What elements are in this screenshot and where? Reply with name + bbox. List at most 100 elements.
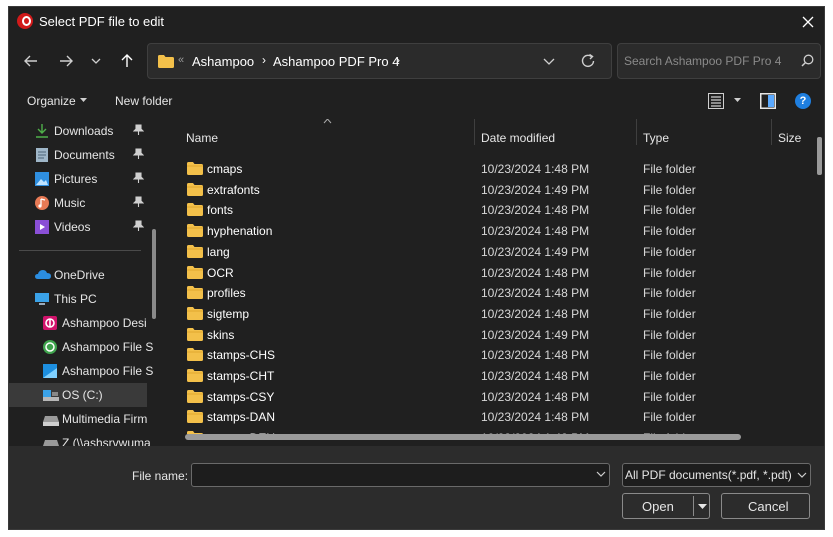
file-row[interactable]: stamps-CHS 10/23/2024 1:48 PM File folder <box>169 344 799 365</box>
breadcrumb-separator[interactable]: › <box>396 53 400 67</box>
close-button[interactable] <box>792 7 824 37</box>
chevron-down-icon[interactable] <box>543 58 555 66</box>
file-row[interactable]: fonts 10/23/2024 1:48 PM File folder <box>169 199 799 220</box>
ashampoo-pdf-app-icon <box>17 13 33 29</box>
column-header-size[interactable]: Size <box>778 131 801 157</box>
recent-locations-button[interactable] <box>84 49 108 73</box>
file-row[interactable]: stamps-CSY 10/23/2024 1:48 PM File folder <box>169 386 799 407</box>
up-button[interactable] <box>115 49 139 73</box>
caret-down-icon[interactable] <box>698 504 707 509</box>
breadcrumb-ashampoo[interactable]: Ashampoo <box>192 54 254 69</box>
network-drive-icon <box>43 440 59 446</box>
address-bar[interactable]: « Ashampoo › Ashampoo PDF Pro 4 › <box>147 43 612 79</box>
sidebar-item-ashampoo-design[interactable]: Ashampoo Desi <box>9 311 147 335</box>
file-name: fonts <box>207 203 234 218</box>
onedrive-icon <box>35 270 51 279</box>
breadcrumb-overflow[interactable]: « <box>178 54 184 66</box>
file-date-modified: 10/23/2024 1:48 PM <box>481 224 590 239</box>
file-type: File folder <box>643 369 696 383</box>
drive-icon <box>43 390 59 401</box>
pin-icon[interactable] <box>133 172 144 184</box>
refresh-icon[interactable] <box>580 53 596 69</box>
new-folder-button[interactable]: New folder <box>115 94 172 108</box>
sidebar-item-z-drive[interactable]: Z (\\ashsrvwuma <box>9 431 151 446</box>
file-row[interactable]: skins 10/23/2024 1:49 PM File folder <box>169 324 799 345</box>
sidebar-item-this-pc[interactable]: This PC <box>9 287 147 311</box>
file-row[interactable]: extrafonts 10/23/2024 1:49 PM File folder <box>169 179 799 200</box>
close-icon <box>802 16 814 28</box>
file-row[interactable]: hyphenation 10/23/2024 1:48 PM File folder <box>169 220 799 241</box>
sidebar-item-multimedia-firm[interactable]: Multimedia Firm <box>9 407 147 431</box>
file-date-modified: 10/23/2024 1:48 PM <box>481 410 590 425</box>
network-drive-icon <box>43 416 59 426</box>
folder-icon <box>187 224 203 238</box>
sidebar-item-label: Videos <box>54 220 91 234</box>
file-type: File folder <box>643 203 696 218</box>
sidebar-item-downloads[interactable]: Downloads <box>9 119 147 143</box>
documents-icon <box>36 148 48 162</box>
sidebar-item-pictures[interactable]: Pictures <box>9 167 147 191</box>
pin-icon[interactable] <box>133 196 144 208</box>
file-name-input[interactable] <box>198 467 588 483</box>
search-icon[interactable] <box>801 54 814 67</box>
caret-down-icon[interactable] <box>734 98 741 102</box>
breadcrumb-ashampoo-pdf-pro-4[interactable]: Ashampoo PDF Pro 4 <box>273 54 399 69</box>
open-button[interactable]: Open <box>622 493 710 519</box>
file-row[interactable]: profiles 10/23/2024 1:48 PM File folder <box>169 282 799 303</box>
pin-icon[interactable] <box>133 148 144 160</box>
column-header-type[interactable]: Type <box>643 131 669 157</box>
column-divider[interactable] <box>636 119 637 145</box>
view-options-icon[interactable] <box>708 93 724 109</box>
pin-icon[interactable] <box>133 124 144 136</box>
caret-down-icon[interactable] <box>80 98 87 102</box>
breadcrumb-separator[interactable]: › <box>262 53 266 67</box>
help-button[interactable]: ? <box>795 93 811 109</box>
pin-icon[interactable] <box>133 220 144 232</box>
column-divider[interactable] <box>474 119 475 145</box>
sidebar-item-ashampoo-file-sync[interactable]: Ashampoo File S <box>9 335 153 359</box>
file-type-filter-value: All PDF documents(*.pdf, *.pdt) <box>625 468 792 482</box>
file-date-modified: 10/23/2024 1:48 PM <box>481 162 590 176</box>
sidebar-item-music[interactable]: Music <box>9 191 147 215</box>
sidebar-item-ashampoo-file-share[interactable]: Ashampoo File S <box>9 359 153 383</box>
file-row[interactable]: stamps-DAN 10/23/2024 1:48 PM File folder <box>169 406 799 427</box>
folder-icon <box>187 182 203 196</box>
column-header-date-modified[interactable]: Date modified <box>481 131 555 157</box>
preview-pane-icon[interactable] <box>760 93 776 109</box>
file-name: sigtemp <box>207 306 250 321</box>
folder-icon <box>187 410 203 424</box>
file-list-horizontal-scrollbar[interactable] <box>185 434 741 440</box>
sidebar-item-label: Multimedia Firm <box>62 412 148 426</box>
forward-button[interactable] <box>54 49 78 73</box>
sidebar-scrollbar[interactable] <box>152 229 156 319</box>
file-type: File folder <box>643 410 696 425</box>
back-button[interactable] <box>19 49 43 73</box>
file-date-modified: 10/23/2024 1:48 PM <box>481 203 590 218</box>
column-header-name[interactable]: Name <box>186 131 218 157</box>
sidebar-item-label: Music <box>54 196 86 210</box>
file-type-filter[interactable]: All PDF documents(*.pdf, *.pdt) <box>622 463 811 487</box>
file-row[interactable]: cmaps 10/23/2024 1:48 PM File folder <box>169 158 799 179</box>
chevron-down-icon[interactable] <box>596 471 606 477</box>
file-row[interactable]: sigtemp 10/23/2024 1:48 PM File folder <box>169 303 799 324</box>
file-date-modified: 10/23/2024 1:49 PM <box>481 182 590 197</box>
file-list-vertical-scrollbar[interactable] <box>817 137 822 175</box>
cancel-button[interactable]: Cancel <box>721 493 810 519</box>
search-box <box>617 43 821 79</box>
file-row[interactable]: stamps-CHT 10/23/2024 1:48 PM File folder <box>169 365 799 386</box>
this-pc-icon <box>35 293 49 305</box>
file-date-modified: 10/23/2024 1:48 PM <box>481 306 590 321</box>
search-input[interactable] <box>624 52 794 70</box>
file-row[interactable]: lang 10/23/2024 1:49 PM File folder <box>169 241 799 262</box>
file-name: stamps-CHS <box>207 348 276 363</box>
file-name: stamps-DAN <box>207 410 276 425</box>
sidebar-item-os-c[interactable]: OS (C:) <box>9 383 147 407</box>
file-type: File folder <box>643 306 696 321</box>
sidebar-item-videos[interactable]: Videos <box>9 215 147 239</box>
organize-button[interactable]: Organize <box>27 94 76 108</box>
sidebar-item-onedrive[interactable]: OneDrive <box>9 263 147 287</box>
ashampoo-design-icon <box>43 316 57 330</box>
sidebar-item-documents[interactable]: Documents <box>9 143 147 167</box>
file-row[interactable]: OCR 10/23/2024 1:48 PM File folder <box>169 262 799 283</box>
column-divider[interactable] <box>771 119 772 145</box>
